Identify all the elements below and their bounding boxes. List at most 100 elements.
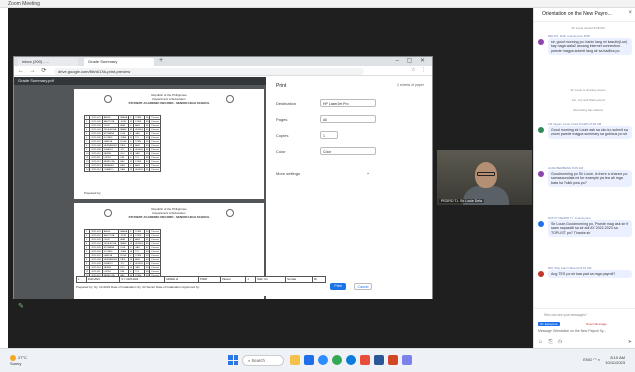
avatar	[538, 221, 544, 227]
destination-row: Destination HP LaserJet Pro	[276, 99, 426, 108]
preview-title: Grade Summary.pdf	[18, 78, 54, 83]
message-text: Sir Louie,Goodmorning po, Pwede mag ask …	[548, 220, 632, 238]
doc-footer: Prepared by:	[84, 191, 102, 195]
copies-row: Copies 1	[276, 131, 426, 140]
continuation-table: 1 2023-2024 S.Y. 2023-2024 GRADE 11 STEM Pass…	[76, 276, 326, 283]
composer-tools-icon[interactable]: ☺ ⎘ ◷	[538, 339, 564, 345]
table-cell: Passed	[220, 276, 247, 283]
search-label: Search	[251, 358, 265, 363]
extensions-icons[interactable]: ☆ ⋮	[411, 67, 428, 73]
color-row: Color Color	[276, 147, 426, 156]
weather-desc: Sunny	[10, 361, 22, 366]
pages-row: Pages All	[276, 115, 426, 124]
window-title: Zoom Meeting	[8, 1, 40, 7]
chat-input[interactable]: Message Orientation on the New Payroll S…	[538, 329, 632, 333]
table-cell: 1	[245, 276, 257, 283]
clock-date: 10/11/2023	[605, 360, 625, 365]
nav-buttons[interactable]: ← → ⟳	[18, 67, 48, 74]
window-controls[interactable]: – ▢ ✕	[396, 57, 428, 64]
photos-icon[interactable]	[360, 355, 370, 365]
continuation-footer: Prepared by: Sy: 23-2024 Date of Graduat…	[76, 285, 200, 289]
system-tray[interactable]: ENG ◠ ◖ 8:10 AM 10/11/2023	[583, 355, 625, 365]
chat-panel: Orientation on the New Payro... × Sir Lo…	[533, 8, 635, 348]
pages-label: Pages	[276, 117, 288, 122]
cancel-button[interactable]: Cancel	[354, 283, 372, 290]
record-table: 1 2021-001 ABUEL MARIA F STEM 90 Passed 2 2021-00…	[83, 229, 161, 278]
annotate-pencil-icon[interactable]: ✎	[18, 302, 24, 310]
avatar	[538, 127, 544, 133]
print-preview-area: Grade Summary.pdf Republic of the Philip…	[14, 77, 432, 299]
print-title: Print	[276, 83, 287, 89]
windows-start-icon[interactable]	[228, 355, 238, 365]
color-label: Color	[276, 149, 286, 154]
system-message: Jun, Joy and Mark joined	[571, 98, 605, 102]
doc-header-title: STUDENT ACADEMIC RECORD - SENIOR HIGH SC…	[128, 215, 210, 219]
table-cell: 2023-2024	[85, 276, 121, 283]
zoom-app-icon[interactable]	[318, 355, 328, 365]
chat-composer: Who can see your messages? To: Everyone …	[534, 308, 635, 348]
more-settings-toggle[interactable]: More settings	[276, 171, 300, 176]
windows-taskbar: 27°C Sunny ⌕ Search ENG ◠ ◖ 8:10 AM 10/1…	[0, 348, 635, 372]
table-cell: 1	[76, 276, 87, 283]
table-cell: GRADE 11	[163, 276, 199, 283]
send-icon[interactable]: ➤	[628, 339, 632, 345]
copies-input[interactable]: 1	[320, 131, 338, 139]
destination-select[interactable]: HP LaserJet Pro	[320, 99, 376, 107]
taskbar-search[interactable]: ⌕ Search	[242, 355, 284, 366]
avatar	[538, 271, 544, 277]
browser-tab-active[interactable]: Grade Summary	[84, 58, 154, 66]
preview-toolbar: Grade Summary.pdf	[14, 77, 266, 85]
browser-tab[interactable]: Inbox (200) - ...	[18, 58, 78, 66]
glasses-icon	[477, 172, 495, 176]
record-table: 1 2021-001 ABUEL MARIA F STEM 90 Passed 2 2021-00…	[83, 115, 161, 172]
recipient-select[interactable]: To: Everyone	[538, 322, 560, 326]
sheet-count: 2 sheets of paper	[396, 83, 424, 87]
new-tab-button[interactable]: +	[159, 57, 163, 64]
print-button[interactable]: Print	[330, 283, 346, 290]
message-text: sir, good morning po. kanin lang mi kasu…	[548, 38, 632, 56]
clock: 8:10 AM 10/11/2023	[605, 355, 625, 365]
chevron-down-icon[interactable]: ⌄	[366, 170, 370, 176]
word-icon[interactable]	[374, 355, 384, 365]
powerpoint-icon[interactable]	[388, 355, 398, 365]
preview-pages[interactable]: Republic of the Philippines Department o…	[14, 85, 266, 299]
widgets-icon[interactable]	[290, 355, 300, 365]
message-text: Goodmorning po Sir Louie, is there a cha…	[548, 170, 632, 188]
preview-page: Republic of the Philippines Department o…	[74, 89, 264, 199]
table-cell: Math, Sci	[255, 276, 287, 283]
wifi-icon: ◠	[593, 357, 597, 363]
url-field[interactable]: drive.google.com/file/d/1Xk-print-previe…	[54, 68, 364, 75]
doc-header: Republic of the Philippines Department o…	[74, 207, 264, 219]
participant-video[interactable]: PEDRO T.I. Sir Louie Dela	[437, 150, 532, 205]
table-cell: STEM	[197, 276, 222, 283]
volume-icon: ◖	[597, 357, 601, 363]
message-text: Good morning sir Louie ask sa oko ko sub…	[548, 126, 632, 139]
system-message: Sir Louie is sharing screen	[570, 88, 606, 92]
copies-label: Copies	[276, 133, 289, 138]
table-row: 14 2021-014 OCAMPO DAN M HUMSS 85 Passed	[83, 167, 161, 172]
table-cell: DAN	[118, 167, 130, 172]
chat-title: Orientation on the New Payro...	[542, 11, 612, 17]
teams-icon[interactable]	[402, 355, 412, 365]
weather-temp: 27°C	[18, 355, 27, 361]
edge-icon[interactable]	[346, 355, 356, 365]
destination-label: Destination	[276, 101, 297, 106]
avatar	[538, 39, 544, 45]
table-cell: 90	[312, 276, 326, 283]
table-cell: OCAMPO	[101, 167, 120, 172]
participant-name: PEDRO T.I. Sir Louie Dela	[439, 199, 484, 203]
visibility-hint[interactable]: Who can see your messages?	[544, 313, 587, 317]
chrome-icon[interactable]	[332, 355, 342, 365]
pages-select[interactable]: All	[320, 115, 376, 123]
color-select[interactable]: Color	[320, 147, 376, 155]
table-cell: Passed	[149, 167, 161, 172]
table-cell: 2021-014	[89, 167, 103, 172]
doc-header: Republic of the Philippines Department o…	[74, 93, 264, 105]
weather-widget[interactable]: 27°C Sunny	[10, 355, 27, 366]
print-settings-panel: Print 2 sheets of paper Destination HP L…	[266, 77, 432, 299]
direct-message-label: Direct Message	[586, 322, 607, 326]
close-icon[interactable]: ×	[628, 10, 632, 16]
file-explorer-icon[interactable]	[304, 355, 314, 365]
lang-indicator: ENG	[583, 357, 592, 363]
system-message: Sir Louie Joined 8:08 AM	[571, 26, 605, 30]
